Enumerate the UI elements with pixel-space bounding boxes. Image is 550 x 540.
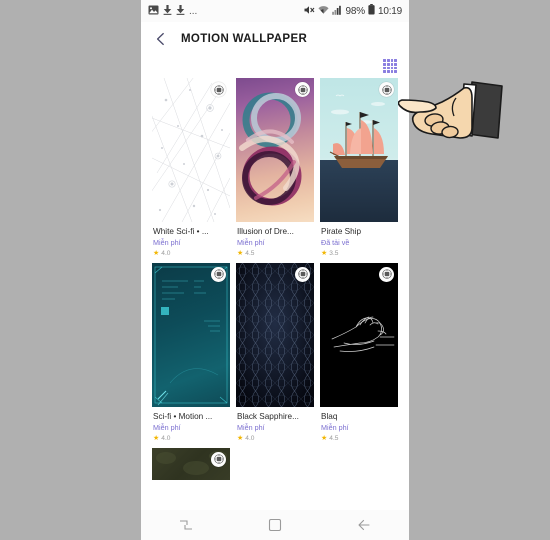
thumbnail-art-black-sapphire [236, 262, 314, 407]
wallpaper-thumbnail[interactable] [236, 78, 314, 222]
wallpaper-rating: ★ 4.0 [153, 435, 229, 442]
motion-badge-icon [211, 266, 226, 282]
app-header: MOTION WALLPAPER [141, 22, 409, 56]
wallpaper-grid[interactable]: White Sci-fi • ... Miễn phí ★ 4.0 Illusi… [141, 78, 409, 510]
wallpaper-thumbnail[interactable] [152, 262, 230, 407]
thumbnail-art-scifi-motion [152, 262, 230, 407]
thumbnail-art-pirate-ship [320, 78, 398, 222]
wallpaper-title: Black Sapphire... [237, 411, 299, 421]
rating-value: 4.0 [161, 434, 171, 442]
wallpaper-thumbnail[interactable] [320, 262, 398, 407]
status-bar-left: ... [148, 2, 197, 20]
rating-value: 4.0 [161, 249, 171, 257]
status-overflow-dots: ... [189, 5, 198, 17]
star-icon: ★ [153, 434, 160, 442]
star-icon: ★ [321, 434, 328, 442]
back-button[interactable] [349, 514, 379, 536]
wallpaper-meta: Black Sapphire... Miễn phí ★ 4.0 [236, 407, 314, 442]
star-icon: ★ [237, 249, 244, 257]
image-icon [148, 2, 159, 20]
home-button[interactable] [260, 514, 290, 536]
android-nav-bar [141, 510, 409, 540]
wallpaper-card[interactable]: Black Sapphire... Miễn phí ★ 4.0 [236, 262, 314, 442]
wallpaper-meta: Blaq Miễn phí ★ 4.5 [320, 407, 398, 442]
motion-badge-icon [211, 82, 226, 97]
wallpaper-title: Sci-fi • Motion ... [153, 411, 213, 421]
rating-value: 4.5 [329, 434, 339, 442]
view-toolbar [141, 56, 409, 78]
page-title: MOTION WALLPAPER [181, 33, 308, 45]
wallpaper-thumbnail[interactable] [320, 78, 398, 222]
wallpaper-meta: Illusion of Dre... Miễn phí ★ 4.5 [236, 222, 314, 257]
star-icon: ★ [153, 249, 160, 257]
wallpaper-rating: ★ 3.5 [321, 250, 397, 257]
rating-value: 3.5 [329, 249, 339, 257]
screenshot-root: ... 98% 10:19 MOTION WALLPAPER White Sci… [0, 0, 550, 540]
battery-icon [368, 2, 375, 20]
wallpaper-card[interactable]: Blaq Miễn phí ★ 4.5 [320, 262, 398, 442]
grid-row-partial [141, 447, 409, 480]
motion-badge-icon [295, 82, 310, 97]
wallpaper-title: Pirate Ship [321, 227, 362, 236]
wallpaper-card[interactable]: Sci-fi • Motion ... Miễn phí ★ 4.0 [152, 262, 230, 442]
wallpaper-price: Miễn phí [237, 238, 265, 248]
motion-badge-icon [211, 451, 226, 467]
download-icon [163, 2, 172, 20]
motion-badge-icon [379, 82, 394, 97]
star-icon: ★ [321, 249, 328, 257]
grid-view-icon[interactable] [383, 59, 397, 73]
wallpaper-meta: White Sci-fi • ... Miễn phí ★ 4.0 [152, 222, 230, 257]
mute-icon [304, 2, 315, 20]
thumbnail-art-blaq [320, 262, 398, 407]
wallpaper-thumbnail[interactable] [152, 78, 230, 222]
download-icon [176, 2, 185, 20]
status-bar-right: 98% 10:19 [304, 2, 402, 20]
wallpaper-title: Illusion of Dre... [237, 227, 294, 236]
back-chevron-icon[interactable] [153, 31, 169, 47]
wallpaper-title: White Sci-fi • ... [153, 227, 209, 236]
rating-value: 4.5 [245, 249, 255, 257]
wallpaper-rating: ★ 4.5 [321, 435, 397, 442]
wallpaper-rating: ★ 4.0 [153, 250, 229, 257]
motion-badge-icon [295, 266, 310, 282]
wallpaper-price: Miễn phí [321, 422, 349, 432]
wallpaper-card[interactable]: White Sci-fi • ... Miễn phí ★ 4.0 [152, 78, 230, 257]
grid-row: White Sci-fi • ... Miễn phí ★ 4.0 Illusi… [141, 78, 409, 257]
star-icon: ★ [237, 434, 244, 442]
phone-screen: ... 98% 10:19 MOTION WALLPAPER White Sci… [141, 0, 409, 540]
wallpaper-meta: Pirate Ship Đã tải về ★ 3.5 [320, 222, 398, 257]
wallpaper-thumbnail-partial[interactable] [152, 447, 230, 480]
battery-percent-label: 98% [345, 5, 366, 17]
wallpaper-rating: ★ 4.5 [237, 250, 313, 257]
grid-row: Sci-fi • Motion ... Miễn phí ★ 4.0 Black… [141, 262, 409, 442]
recent-apps-button[interactable] [171, 514, 201, 536]
thumbnail-art-white-scifi [152, 78, 230, 222]
rating-value: 4.0 [245, 434, 255, 442]
motion-badge-icon [379, 266, 394, 282]
wallpaper-price: Đã tải về [321, 238, 350, 248]
wallpaper-rating: ★ 4.0 [237, 435, 313, 442]
wallpaper-price: Miễn phí [153, 422, 181, 432]
wifi-icon [317, 2, 329, 20]
clock-label: 10:19 [377, 5, 402, 17]
wallpaper-card[interactable]: Pirate Ship Đã tải về ★ 3.5 [320, 78, 398, 257]
wallpaper-price: Miễn phí [237, 422, 265, 432]
thumbnail-art-illusion [236, 78, 314, 222]
wallpaper-meta: Sci-fi • Motion ... Miễn phí ★ 4.0 [152, 407, 230, 442]
pointing-hand-cursor [397, 76, 508, 168]
wallpaper-card[interactable]: Illusion of Dre... Miễn phí ★ 4.5 [236, 78, 314, 257]
status-bar: ... 98% 10:19 [141, 0, 409, 22]
wallpaper-title: Blaq [321, 411, 338, 421]
wallpaper-price: Miễn phí [153, 238, 181, 248]
signal-icon [331, 2, 343, 20]
wallpaper-thumbnail[interactable] [236, 262, 314, 407]
